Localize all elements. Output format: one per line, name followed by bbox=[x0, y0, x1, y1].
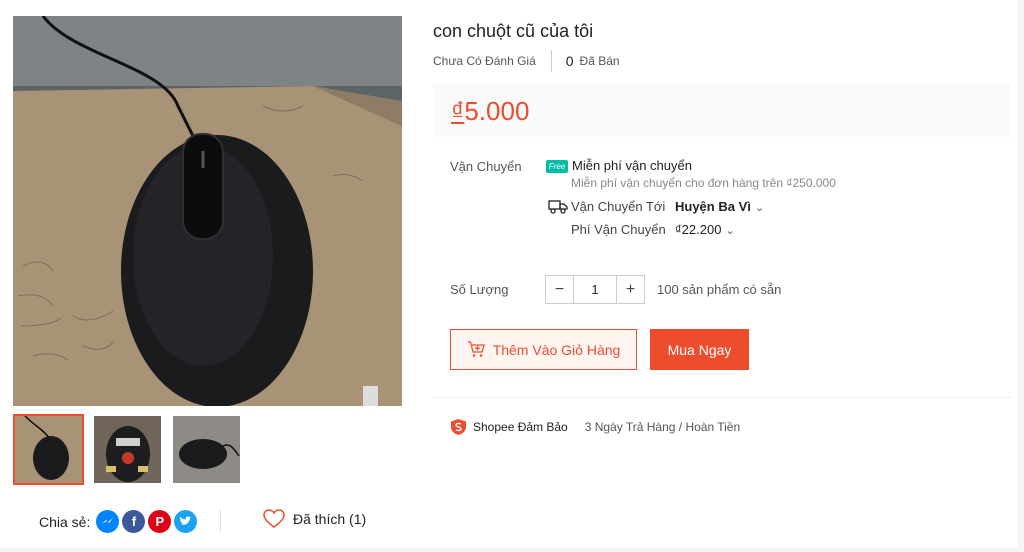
twitter-icon[interactable] bbox=[174, 510, 198, 533]
shipping-label: Vận Chuyển bbox=[450, 159, 522, 174]
stats-divider bbox=[550, 50, 552, 72]
add-to-cart-button[interactable]: Thêm Vào Giỏ Hàng bbox=[450, 329, 637, 370]
guarantee-title: Shopee Đảm Bảo bbox=[473, 420, 568, 434]
quantity-stepper: − + bbox=[545, 275, 645, 304]
quantity-increase-button[interactable]: + bbox=[617, 276, 644, 303]
price-value: 5.000 bbox=[464, 96, 530, 126]
price-box: ₫5.000 bbox=[433, 83, 1011, 137]
free-shipping-icon: Free bbox=[546, 160, 568, 173]
shipping-fee-label: Phí Vận Chuyển bbox=[571, 222, 666, 237]
messenger-icon[interactable] bbox=[96, 510, 120, 533]
like-label: Đã thích (1) bbox=[293, 511, 367, 527]
rating-text[interactable]: Chưa Có Đánh Giá bbox=[433, 54, 536, 68]
buy-now-button[interactable]: Mua Ngay bbox=[650, 329, 749, 370]
stock-text: 100 sản phẩm có sẵn bbox=[657, 282, 782, 297]
product-title: con chuột cũ của tôi bbox=[433, 21, 594, 41]
section-divider bbox=[433, 397, 1011, 398]
shopee-guarantee[interactable]: Shopee Đảm Bảo 3 Ngày Trả Hàng / Hoàn Ti… bbox=[450, 418, 740, 436]
share-like-divider bbox=[220, 510, 221, 532]
sold-count: 0 bbox=[565, 53, 574, 69]
product-card: Chia sẻ: f P Đã thích (1) con chuột cũ c… bbox=[0, 0, 1018, 548]
ship-to-dropdown[interactable]: Huyện Ba Vì ⌄ bbox=[675, 199, 764, 214]
ship-to-label: Vận Chuyển Tới bbox=[571, 199, 666, 214]
free-shipping-note: Miễn phí vận chuyển cho đơn hàng trên ₫2… bbox=[571, 176, 836, 190]
chevron-down-icon: ⌄ bbox=[754, 202, 765, 214]
like-button[interactable]: Đã thích (1) bbox=[263, 509, 366, 529]
thumbnail-1[interactable] bbox=[13, 414, 84, 485]
product-stats: Chưa Có Đánh Giá 0 Đã Bán bbox=[433, 50, 620, 72]
cart-icon bbox=[467, 341, 485, 357]
thumbnail-2[interactable] bbox=[92, 414, 163, 485]
product-price: ₫5.000 bbox=[451, 96, 529, 127]
heart-icon bbox=[263, 509, 285, 528]
shield-icon bbox=[451, 419, 466, 435]
truck-icon bbox=[548, 200, 568, 214]
pinterest-icon[interactable]: P bbox=[148, 510, 172, 533]
share-label: Chia sẻ: bbox=[39, 513, 91, 530]
free-shipping-title: Miễn phí vận chuyển bbox=[572, 158, 692, 173]
quantity-input[interactable] bbox=[573, 276, 617, 303]
currency-symbol: ₫ bbox=[451, 96, 465, 126]
thumbnail-strip bbox=[13, 414, 242, 485]
shipping-fee-dropdown[interactable]: ₫22.200 ⌄ bbox=[675, 222, 735, 237]
product-main-image[interactable] bbox=[13, 16, 402, 406]
chevron-down-icon: ⌄ bbox=[725, 225, 735, 237]
guarantee-description: 3 Ngày Trả Hàng / Hoàn Tiền bbox=[584, 420, 741, 434]
facebook-icon[interactable]: f bbox=[122, 510, 146, 533]
add-to-cart-label: Thêm Vào Giỏ Hàng bbox=[492, 341, 621, 358]
sold-label: Đã Bán bbox=[579, 54, 620, 68]
thumbnail-3[interactable] bbox=[171, 414, 242, 485]
quantity-decrease-button[interactable]: − bbox=[546, 276, 573, 303]
ship-to-value: Huyện Ba Vì bbox=[675, 199, 751, 214]
share-row: Chia sẻ: f P bbox=[39, 510, 200, 533]
shipping-fee-value: ₫22.200 bbox=[675, 222, 722, 237]
quantity-label: Số Lượng bbox=[450, 282, 509, 297]
